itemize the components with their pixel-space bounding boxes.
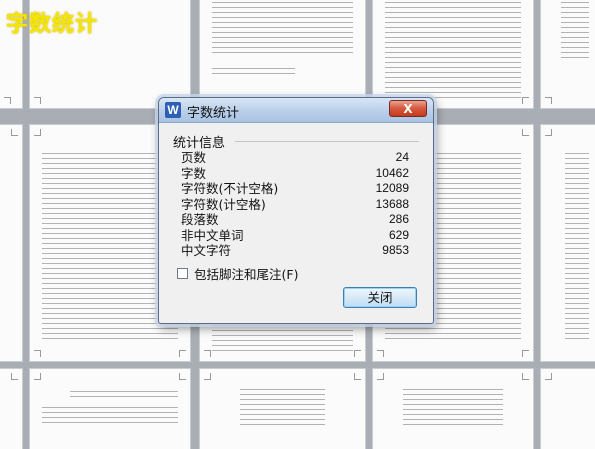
banner-title: 字数统计 xyxy=(6,12,99,37)
close-button[interactable]: 关闭 xyxy=(343,287,417,308)
stat-label: 字符数(不计空格) xyxy=(181,181,279,196)
stat-value: 9853 xyxy=(382,243,409,257)
stat-value: 12089 xyxy=(375,181,409,195)
page-thumbnail xyxy=(541,0,595,108)
group-divider xyxy=(235,141,419,142)
page-thumbnail xyxy=(0,369,22,449)
page-thumbnail xyxy=(541,125,595,361)
page-thumbnail xyxy=(373,0,533,108)
stat-value: 10462 xyxy=(375,165,409,180)
stat-value: 286 xyxy=(388,212,409,226)
stat-non-chinese-words: 非中文单词 629 xyxy=(181,228,409,244)
stat-value: 13688 xyxy=(375,196,409,211)
page-thumbnail xyxy=(200,369,365,449)
stat-words: 字数 10462 xyxy=(181,166,409,182)
page-thumbnail xyxy=(373,369,533,449)
close-icon[interactable]: X xyxy=(389,100,427,117)
stat-label: 非中文单词 xyxy=(181,227,244,243)
wps-writer-icon: W xyxy=(165,102,181,118)
page-thumbnail xyxy=(0,125,22,361)
dialog-titlebar[interactable]: W 字数统计 X xyxy=(159,98,433,123)
statistics-group-label: 统计信息 xyxy=(173,132,230,151)
stat-label: 字符数(计空格) xyxy=(181,196,266,212)
include-footnotes-option[interactable]: 包括脚注和尾注(F) xyxy=(177,264,298,283)
stat-pages: 页数 24 xyxy=(181,150,409,166)
stat-label: 字数 xyxy=(181,165,207,181)
stat-chinese-chars: 中文字符 9853 xyxy=(181,243,409,259)
stat-chars-no-spaces: 字符数(不计空格) 12089 xyxy=(181,181,409,197)
dialog-title: 字数统计 xyxy=(187,106,240,121)
include-footnotes-checkbox[interactable] xyxy=(177,268,188,279)
stat-label: 中文字符 xyxy=(181,243,232,258)
page-thumbnail xyxy=(30,369,190,449)
stat-value: 629 xyxy=(388,227,409,242)
stat-paragraphs: 段落数 286 xyxy=(181,212,409,228)
stat-label: 页数 xyxy=(181,150,207,165)
word-count-dialog: W 字数统计 X 统计信息 页数 24 字数 10462 字符数(不计空格) 1… xyxy=(158,97,434,324)
page-thumbnail xyxy=(200,0,365,108)
stat-chars-with-spaces: 字符数(计空格) 13688 xyxy=(181,197,409,213)
stat-value: 24 xyxy=(395,150,409,164)
stat-label: 段落数 xyxy=(181,212,219,227)
statistics-list: 页数 24 字数 10462 字符数(不计空格) 12089 字符数(计空格) … xyxy=(181,150,409,259)
page-thumbnail xyxy=(541,369,595,449)
include-footnotes-label: 包括脚注和尾注(F) xyxy=(194,267,299,282)
